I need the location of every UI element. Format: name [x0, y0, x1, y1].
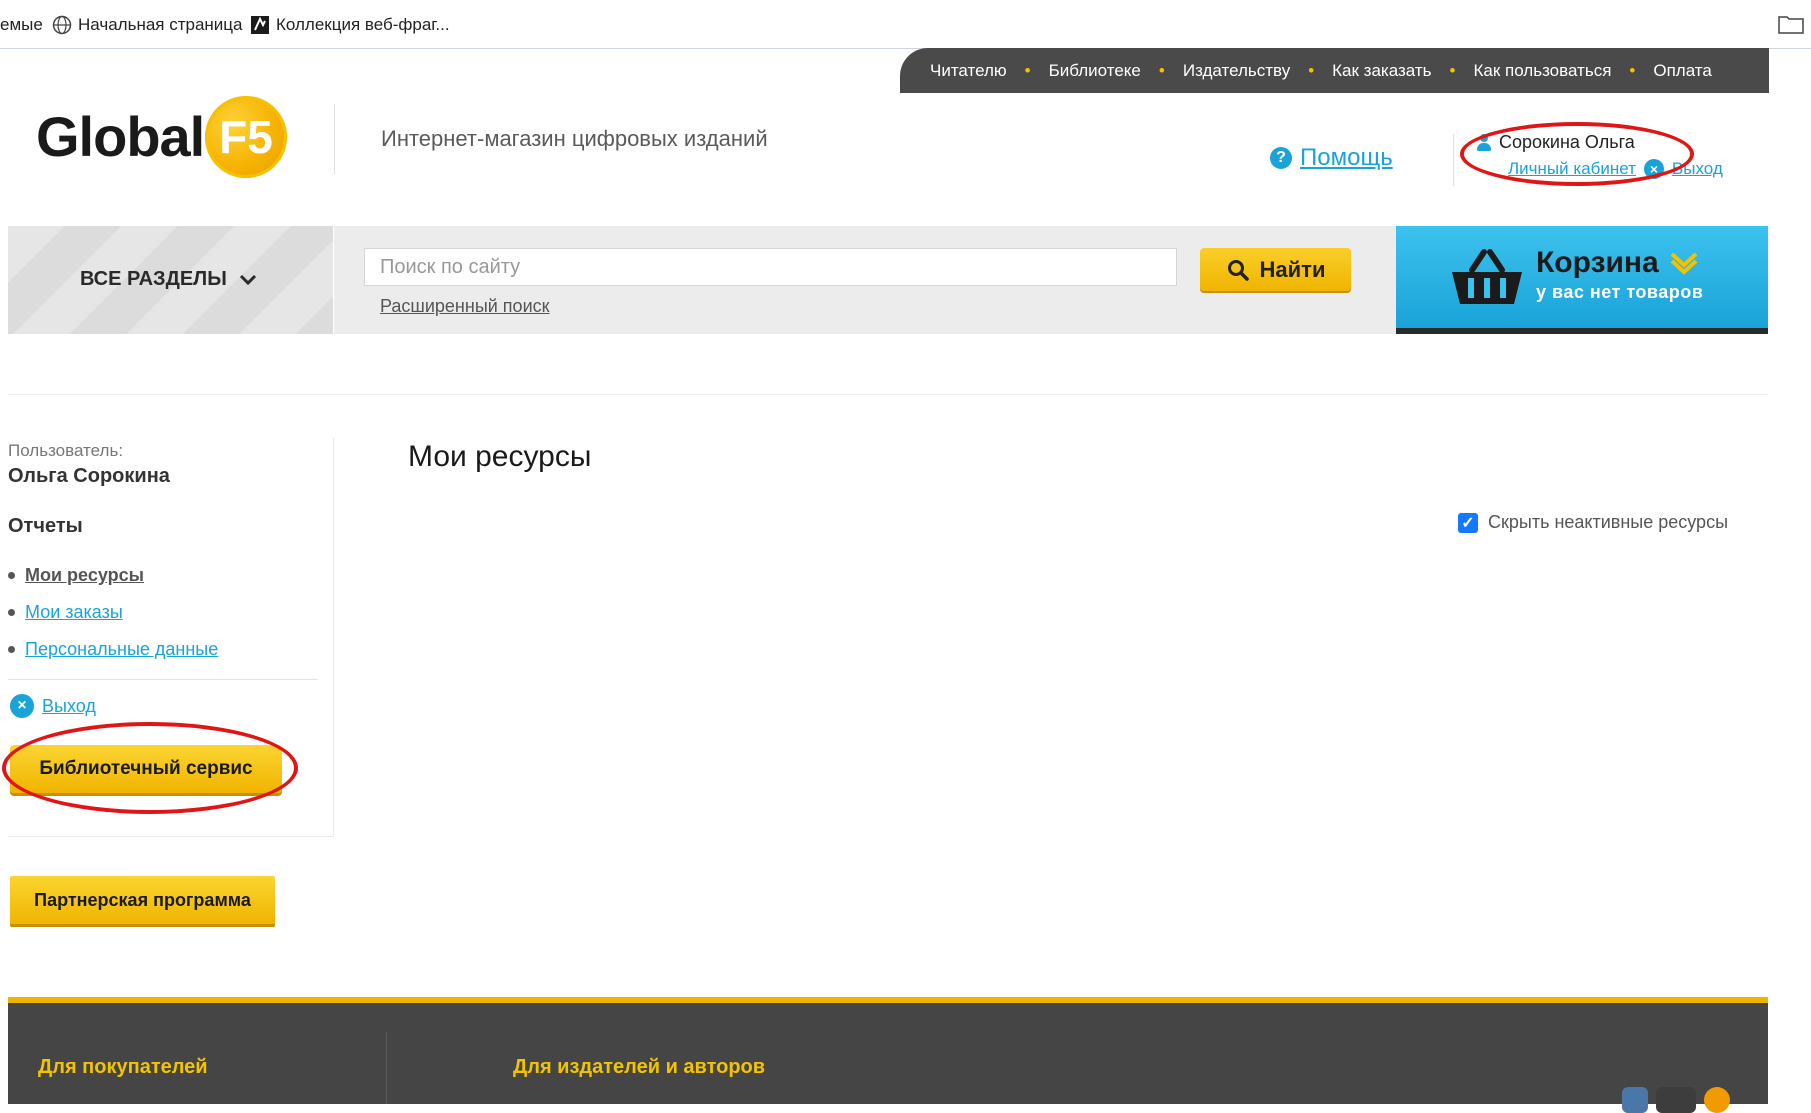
top-nav-item-library[interactable]: Библиотеке: [1049, 61, 1141, 81]
sidebar-logout-label[interactable]: Выход: [42, 696, 96, 717]
bullet-icon: [8, 646, 15, 653]
footer: [8, 1003, 1768, 1104]
checkbox-checked[interactable]: ✓: [1458, 512, 1478, 533]
top-nav-item-reader[interactable]: Читателю: [930, 61, 1007, 81]
chevron-down-icon: [1670, 252, 1698, 275]
top-nav-item-publisher[interactable]: Издательству: [1183, 61, 1290, 81]
favorite-item-home[interactable]: Начальная страница: [52, 14, 243, 36]
favorite-label: Начальная страница: [78, 15, 243, 34]
user-label: Пользователь:: [8, 441, 124, 460]
help-link[interactable]: ? Помощь: [1270, 144, 1393, 172]
footer-col-buyers-title: Для покупателей: [38, 1056, 208, 1078]
top-nav-item-payment[interactable]: Оплата: [1653, 61, 1711, 81]
top-nav: Читателю • Библиотеке • Издательству • К…: [930, 48, 1712, 93]
footer-col-publishers-title: Для издателей и авторов: [513, 1056, 766, 1078]
social-links: [1622, 1087, 1734, 1113]
separator-dot: •: [1629, 60, 1636, 80]
separator-dot: •: [1308, 60, 1315, 80]
reports-heading: Отчеты: [8, 515, 83, 537]
sidebar-logout[interactable]: × Выход: [10, 694, 96, 718]
search-input[interactable]: Поиск по сайту: [364, 248, 1177, 286]
search-button-label: Найти: [1259, 256, 1326, 282]
cart-title-label: Корзина: [1536, 246, 1659, 279]
folder-icon[interactable]: [1778, 14, 1804, 34]
sidebar-item-my-resources[interactable]: Мои ресурсы: [8, 565, 144, 586]
favorite-item-truncated[interactable]: емые: [0, 14, 43, 36]
header-divider: [1453, 134, 1454, 186]
odnoklassniki-icon[interactable]: [1704, 1087, 1730, 1113]
vk-icon[interactable]: [1622, 1087, 1648, 1113]
sidebar-item-my-orders[interactable]: Мои заказы: [8, 602, 123, 623]
site-logo-text[interactable]: Global: [36, 104, 205, 169]
sidebar-link-label[interactable]: Мои ресурсы: [25, 565, 144, 586]
basket-icon: [1452, 249, 1522, 304]
advanced-search-link[interactable]: Расширенный поиск: [380, 296, 550, 317]
separator-dot: •: [1158, 60, 1165, 80]
cart-title: Корзина: [1536, 246, 1699, 280]
top-nav-item-how-to-use[interactable]: Как пользоваться: [1473, 61, 1611, 81]
bullet-icon: [8, 572, 15, 579]
favorite-label: Коллекция веб-фраг...: [276, 15, 450, 34]
highlight-oval-library: [2, 722, 298, 814]
chevron-down-icon: [239, 274, 256, 285]
separator-dot: •: [1449, 60, 1456, 80]
favorite-item-webslice[interactable]: Коллекция веб-фраг...: [250, 14, 450, 36]
cart-status: у вас нет товаров: [1536, 282, 1704, 302]
separator-dot: •: [1024, 60, 1031, 80]
page-title: Мои ресурсы: [408, 440, 592, 473]
sidebar-divider: [8, 679, 318, 680]
sidebar-link-label[interactable]: Мои заказы: [25, 602, 123, 623]
sidebar-link-label[interactable]: Персональные данные: [25, 639, 218, 660]
highlight-oval-user: [1460, 122, 1694, 186]
footer-divider: [386, 1032, 387, 1104]
bullet-icon: [8, 609, 15, 616]
hide-inactive-toggle[interactable]: ✓ Скрыть неактивные ресурсы: [1458, 512, 1728, 533]
sidebar-user-name: Ольга Сорокина: [8, 465, 170, 487]
close-circle-icon: ×: [10, 694, 34, 718]
site-logo-badge[interactable]: F5: [205, 96, 287, 178]
social-label-icon: [1656, 1087, 1696, 1113]
hide-inactive-label: Скрыть неактивные ресурсы: [1488, 512, 1729, 532]
content-divider: [8, 394, 1768, 395]
globe-icon: [52, 15, 72, 35]
question-icon: ?: [1270, 147, 1292, 169]
site-tagline: Интернет-магазин цифровых изданий: [381, 126, 768, 151]
search-button[interactable]: Найти: [1200, 248, 1351, 291]
webslice-icon: [251, 16, 269, 34]
help-label[interactable]: Помощь: [1300, 144, 1393, 172]
all-sections-dropdown[interactable]: ВСЕ РАЗДЕЛЫ: [80, 268, 257, 291]
search-icon: [1227, 259, 1249, 281]
header-divider: [334, 104, 335, 174]
top-nav-item-how-to-order[interactable]: Как заказать: [1332, 61, 1431, 81]
sidebar-item-personal-data[interactable]: Персональные данные: [8, 639, 218, 660]
favorite-label: емые: [0, 15, 43, 34]
partner-program-button[interactable]: Партнерская программа: [10, 876, 275, 924]
all-sections-label: ВСЕ РАЗДЕЛЫ: [80, 268, 227, 290]
